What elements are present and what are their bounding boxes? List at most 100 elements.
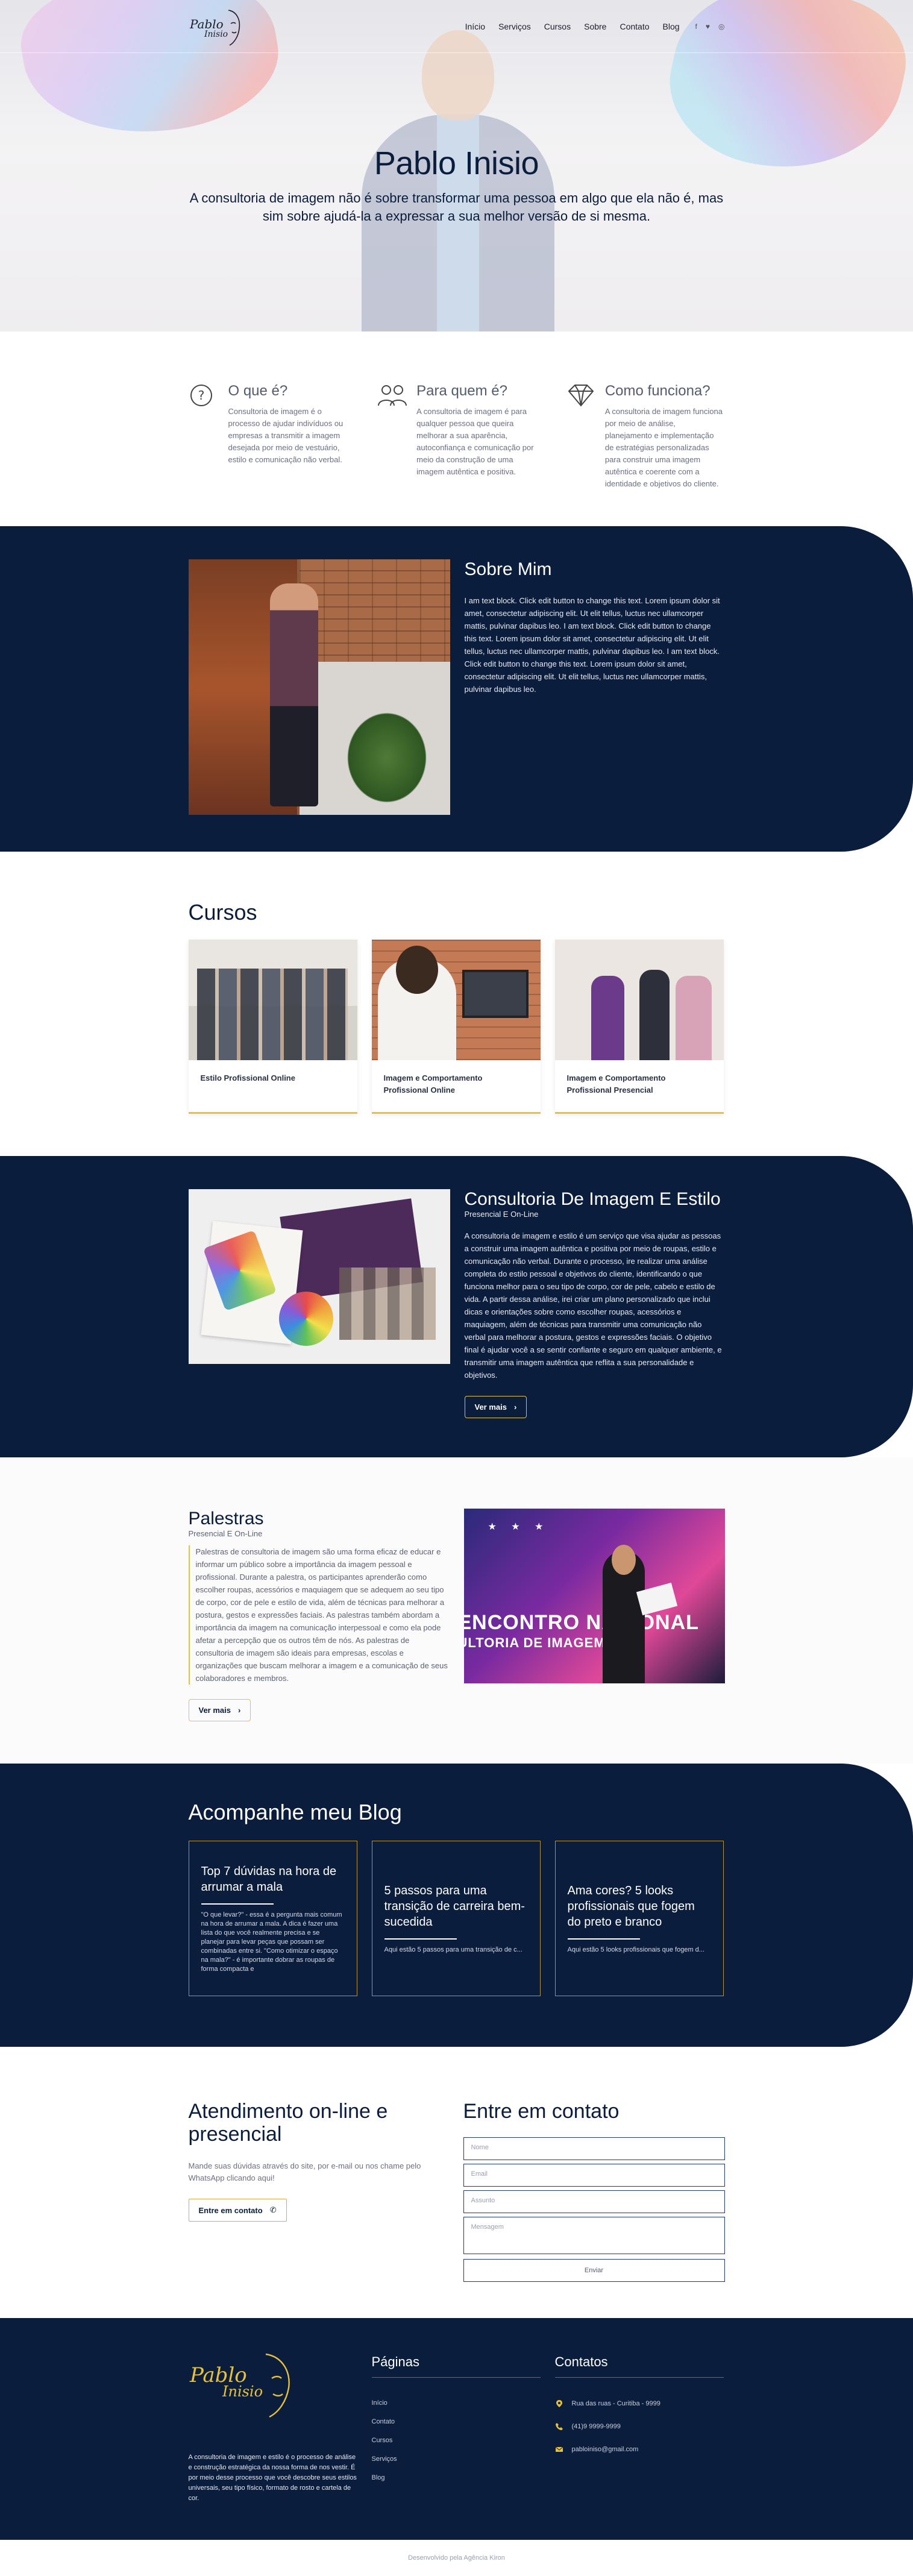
- location-pin-icon: [556, 2400, 562, 2407]
- banner-text: ENCONTRO NACIONAL: [463, 1611, 699, 1634]
- course-card[interactable]: Estilo Profissional Online: [188, 940, 357, 1114]
- blog-section: Acompanhe meu Blog Top 7 dúvidas na hora…: [0, 1764, 913, 2047]
- nav-contato[interactable]: Contato: [620, 22, 649, 31]
- hero-title: Pablo Inisio: [374, 145, 539, 181]
- contact-button[interactable]: Entre em contato ✆: [188, 2199, 287, 2222]
- feature-como-funciona: Como funciona? A consultoria de imagem f…: [565, 383, 725, 490]
- whatsapp-icon: ✆: [269, 2205, 277, 2214]
- footer-email[interactable]: pabloiniso@gmail.com: [555, 2445, 724, 2454]
- nav-cursos[interactable]: Cursos: [544, 22, 571, 31]
- phone-icon: [555, 2423, 563, 2430]
- question-icon: ?: [190, 385, 212, 406]
- talks-title: Palestras: [188, 1509, 264, 1528]
- footer-pages-title: Páginas: [371, 2354, 420, 2369]
- course-title: Estilo Profissional Online: [200, 1073, 295, 1082]
- consulting-more-button[interactable]: Ver mais ›: [464, 1396, 527, 1418]
- footer-pages-col: Páginas Início Contato Cursos Serviços B…: [371, 2348, 541, 2504]
- courses-section: Cursos Estilo Profissional Online Imagem…: [0, 852, 913, 1156]
- footer-about-text: A consultoria de imagem e estilo é o pro…: [188, 2454, 357, 2502]
- about-text: I am text block. Click edit button to ch…: [464, 596, 720, 694]
- submit-button[interactable]: Enviar: [463, 2259, 725, 2282]
- footer-link-blog[interactable]: Blog: [372, 2474, 541, 2481]
- blog-post-card[interactable]: Ama cores? 5 looks profissionais que fog…: [554, 1841, 724, 1996]
- footer-contacts-title: Contatos: [554, 2354, 608, 2369]
- feature-text: A consultoria de imagem funciona por mei…: [604, 407, 723, 488]
- course-image: [188, 940, 357, 1060]
- feature-title: O que é?: [228, 383, 288, 399]
- consulting-section: Consultoria De Imagem E Estilo Presencia…: [0, 1156, 913, 1457]
- facebook-icon[interactable]: f: [695, 22, 697, 31]
- blog-title: Acompanhe meu Blog: [188, 1800, 402, 1824]
- course-image: [554, 940, 724, 1060]
- footer-link-servicos[interactable]: Serviços: [372, 2455, 541, 2463]
- blog-post-excerpt: Aqui estão 5 looks profissionais que fog…: [567, 1946, 704, 1953]
- course-card[interactable]: Imagem e Comportamento Profissional Onli…: [371, 940, 541, 1114]
- nav-servicos[interactable]: Serviços: [498, 22, 531, 31]
- site-logo[interactable]: Pablo Inisio: [189, 5, 246, 48]
- instagram-icon[interactable]: ◎: [718, 22, 724, 31]
- footer-link-contato[interactable]: Contato: [372, 2418, 541, 2425]
- blog-post-excerpt: Aqui estão 5 passos para uma transição d…: [384, 1946, 522, 1953]
- site-header: Pablo Inisio Início Serviços Cursos Sobr…: [0, 0, 913, 53]
- blog-post-title: 5 passos para uma transição de carreira …: [384, 1883, 525, 1929]
- feature-title: Para quem é?: [416, 383, 507, 399]
- chevron-right-icon: ›: [514, 1403, 517, 1412]
- stars-decoration: ★ ★ ★: [488, 1522, 550, 1532]
- nav-sobre[interactable]: Sobre: [584, 22, 606, 31]
- consulting-text: A consultoria de imagem e estilo é um se…: [464, 1231, 722, 1380]
- blog-post-card[interactable]: Top 7 dúvidas na hora de arrumar a mala …: [188, 1841, 357, 1996]
- name-field[interactable]: Nome: [463, 2137, 725, 2160]
- divider: [554, 2377, 724, 2378]
- talks-more-button[interactable]: Ver mais ›: [188, 1699, 251, 1721]
- button-label: Ver mais: [198, 1706, 231, 1715]
- contact-form-title: Entre em contato: [463, 2100, 620, 2123]
- consulting-subtitle: Presencial E On-Line: [464, 1210, 539, 1219]
- blog-post-title: Ama cores? 5 looks profissionais que fog…: [567, 1883, 695, 1929]
- blog-grid: Top 7 dúvidas na hora de arrumar a mala …: [188, 1841, 725, 1996]
- hero-text: Pablo Inisio A consultoria de imagem não…: [0, 145, 913, 225]
- feature-o-que-e: ? O que é? Consultoria de imagem é o pro…: [189, 383, 348, 490]
- talks-subtitle: Presencial E On-Line: [188, 1529, 263, 1538]
- credits-bar: Desenvolvido pela Agência Kiron: [0, 2540, 913, 2576]
- blog-post-card[interactable]: 5 passos para uma transição de carreira …: [371, 1841, 541, 1996]
- subject-field[interactable]: Assunto: [463, 2190, 725, 2213]
- svg-text:?: ?: [198, 388, 204, 403]
- footer-link-inicio[interactable]: Início: [372, 2399, 541, 2407]
- course-card[interactable]: Imagem e Comportamento Profissional Pres…: [554, 940, 724, 1114]
- footer-address[interactable]: Rua das ruas - Curitiba - 9999: [555, 2399, 724, 2408]
- logo-script-2: Inisio: [204, 30, 228, 39]
- footer-logo[interactable]: Pablo Inisio: [189, 2348, 297, 2420]
- consulting-title: Consultoria De Imagem E Estilo: [464, 1189, 721, 1209]
- footer-phone-text: (41)9 9999-9999: [571, 2423, 621, 2430]
- talks-text: Palestras de consultoria de imagem são u…: [188, 1545, 450, 1685]
- logo-mark-icon: Pablo Inisio: [189, 10, 240, 46]
- course-grid: Estilo Profissional Online Imagem e Comp…: [188, 940, 725, 1114]
- logo-script-2: Inisio: [222, 2383, 263, 2400]
- envelope-icon: [555, 2446, 563, 2452]
- hero-section: Pablo Inisio Início Serviços Cursos Sobr…: [0, 0, 913, 331]
- service-title: Atendimento on-line e presencial: [188, 2100, 388, 2146]
- message-field[interactable]: Mensagem: [463, 2217, 725, 2254]
- footer-link-cursos[interactable]: Cursos: [372, 2437, 541, 2444]
- feature-para-quem-e: Para quem é? A consultoria de imagem é p…: [377, 383, 536, 490]
- talks-section: Palestras Presencial E On-Line Palestras…: [0, 1457, 913, 1764]
- footer-email-text: pabloiniso@gmail.com: [571, 2446, 639, 2453]
- service-text: Mande suas dúvidas através do site, por …: [188, 2161, 421, 2182]
- about-section: Sobre Mim I am text block. Click edit bu…: [0, 526, 913, 852]
- site-footer: Pablo Inisio A consultoria de imagem e e…: [0, 2318, 913, 2540]
- hero-subtitle: A consultoria de imagem não é sobre tran…: [189, 190, 724, 224]
- main-nav: Início Serviços Cursos Sobre Contato Blo…: [465, 22, 680, 31]
- course-title: Imagem e Comportamento Profissional Pres…: [566, 1073, 666, 1095]
- nav-blog[interactable]: Blog: [663, 22, 680, 31]
- email-field[interactable]: Email: [463, 2164, 725, 2187]
- twitter-icon[interactable]: ♥: [706, 22, 710, 31]
- courses-title: Cursos: [188, 900, 257, 925]
- feature-text: A consultoria de imagem é para qualquer …: [416, 407, 534, 476]
- course-title: Imagem e Comportamento Profissional Onli…: [383, 1073, 483, 1095]
- footer-phone[interactable]: (41)9 9999-9999: [555, 2422, 724, 2431]
- footer-brand-col: Pablo Inisio A consultoria de imagem e e…: [189, 2348, 357, 2504]
- feature-text: Consultoria de imagem é o processo de aj…: [228, 407, 344, 464]
- nav-inicio[interactable]: Início: [465, 22, 485, 31]
- credits-text[interactable]: Desenvolvido pela Agência Kiron: [408, 2554, 505, 2562]
- divider: [371, 2377, 541, 2378]
